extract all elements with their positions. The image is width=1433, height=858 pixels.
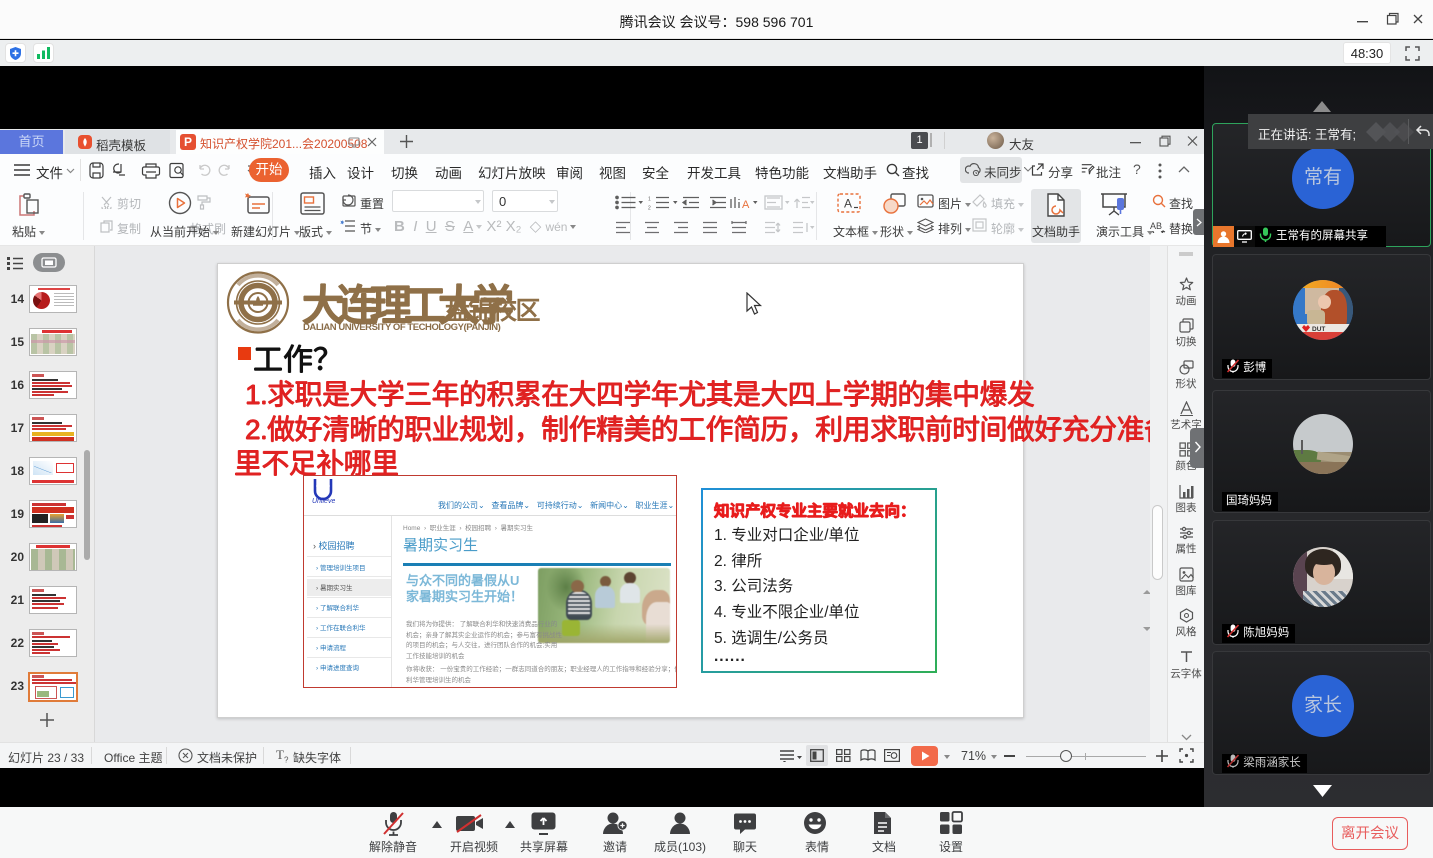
svg-text:A: A xyxy=(742,199,750,210)
svg-text:Unilever: Unilever xyxy=(312,498,335,504)
svg-text:2: 2 xyxy=(648,206,651,211)
svg-text:AB: AB xyxy=(1150,221,1162,231)
svg-text:1: 1 xyxy=(648,197,651,203)
svg-text:A: A xyxy=(844,197,852,211)
